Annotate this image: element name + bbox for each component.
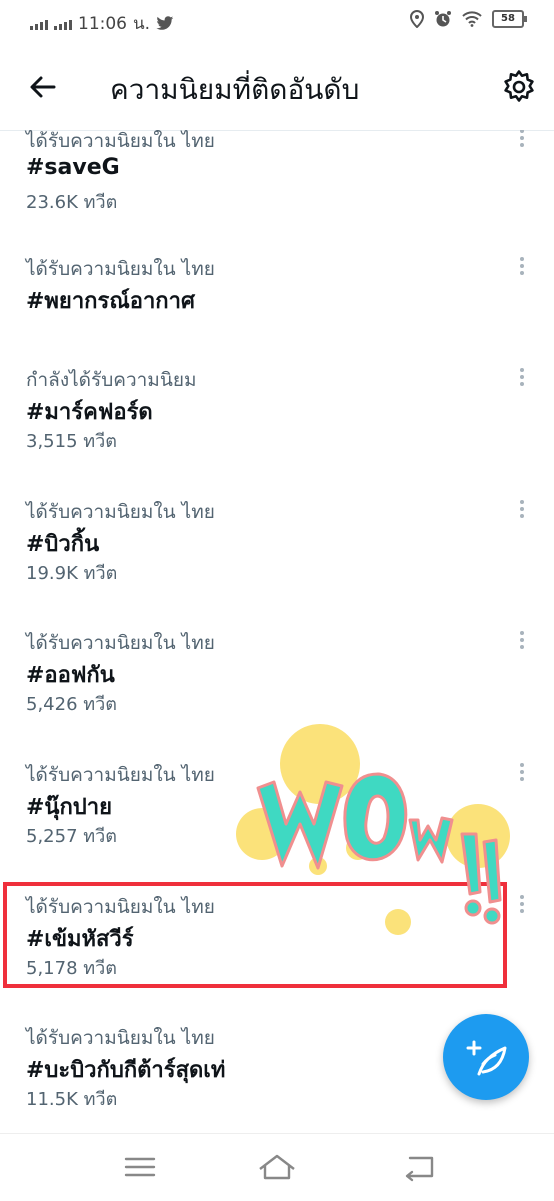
status-left: 11:06 น. [30, 10, 174, 37]
trend-context: ได้รับความนิยมใน ไทย [26, 764, 215, 786]
trend-name: #saveG [26, 155, 120, 180]
battery-icon: 58 [492, 10, 527, 28]
trend-context: ได้รับความนิยมใน ไทย [26, 258, 215, 280]
trend-context: ได้รับความนิยมใน ไทย [26, 130, 215, 152]
home-icon[interactable] [255, 1150, 299, 1184]
compose-tweet-icon [466, 1040, 507, 1076]
trend-name: #พยากรณ์อากาศ [26, 289, 195, 314]
trend-name: #ออฟกัน [26, 663, 115, 688]
arrow-left-icon[interactable] [24, 68, 62, 106]
battery-level: 58 [501, 13, 515, 24]
more-options-icon[interactable] [512, 760, 532, 790]
trend-context: ได้รับความนิยมใน ไทย [26, 1027, 215, 1049]
compose-tweet-button[interactable] [443, 1014, 529, 1100]
alarm-icon [435, 11, 451, 27]
signal-icon [30, 18, 48, 30]
more-options-icon[interactable] [512, 130, 532, 156]
gear-icon[interactable] [500, 68, 538, 106]
trend-count: 5,257 ทวีต [26, 826, 117, 847]
status-bar: 11:06 น. 58 [0, 0, 554, 44]
status-time: 11:06 [78, 13, 127, 34]
trend-context: กำลังได้รับความนิยม [26, 369, 197, 391]
menu-icon[interactable] [118, 1150, 162, 1184]
trend-count: 23.6K ทวีต [26, 192, 118, 213]
trend-count: 3,515 ทวีต [26, 431, 117, 452]
more-options-icon[interactable] [512, 628, 532, 658]
more-options-icon[interactable] [512, 892, 532, 922]
more-options-icon[interactable] [512, 254, 532, 284]
trend-item[interactable]: ได้รับความนิยมใน ไทย #saveG 23.6K ทวีต [0, 130, 554, 258]
trend-item[interactable]: ได้รับความนิยมใน ไทย #ออฟกัน 5,426 ทวีต [0, 628, 554, 760]
trend-count: 5,426 ทวีต [26, 694, 117, 715]
trend-count: 11.5K ทวีต [26, 1089, 118, 1110]
trend-context: ได้รับความนิยมใน ไทย [26, 501, 215, 523]
trend-context: ได้รับความนิยมใน ไทย [26, 632, 215, 654]
highlight-box [3, 882, 507, 988]
more-options-icon[interactable] [512, 365, 532, 395]
trend-count: 19.9K ทวีต [26, 563, 118, 584]
status-right: 58 [410, 10, 527, 28]
system-nav-bar [0, 1133, 554, 1201]
signal-icon [54, 18, 72, 30]
trend-name: #นุ๊กปาย [26, 795, 113, 820]
back-icon[interactable] [398, 1150, 442, 1184]
status-time-suffix: น. [133, 14, 151, 34]
trend-name: #บะบิวกับกีต้าร์สุดเท่ [26, 1058, 226, 1083]
trend-item[interactable]: ได้รับความนิยมใน ไทย #บิวกิ้น 19.9K ทวีต [0, 497, 554, 629]
page-title: ความนิยมที่ติดอันดับ [110, 73, 360, 106]
more-options-icon[interactable] [512, 497, 532, 527]
location-icon [410, 10, 424, 28]
app-header: ความนิยมที่ติดอันดับ [0, 44, 554, 131]
trend-item[interactable]: กำลังได้รับความนิยม #มาร์คฟอร์ด 3,515 ทว… [0, 365, 554, 497]
trend-name: #มาร์คฟอร์ด [26, 400, 153, 425]
twitter-icon [156, 16, 174, 30]
wifi-icon [462, 11, 482, 27]
trend-name: #บิวกิ้น [26, 532, 100, 557]
trend-item[interactable]: ได้รับความนิยมใน ไทย #นุ๊กปาย 5,257 ทวีต [0, 760, 554, 892]
